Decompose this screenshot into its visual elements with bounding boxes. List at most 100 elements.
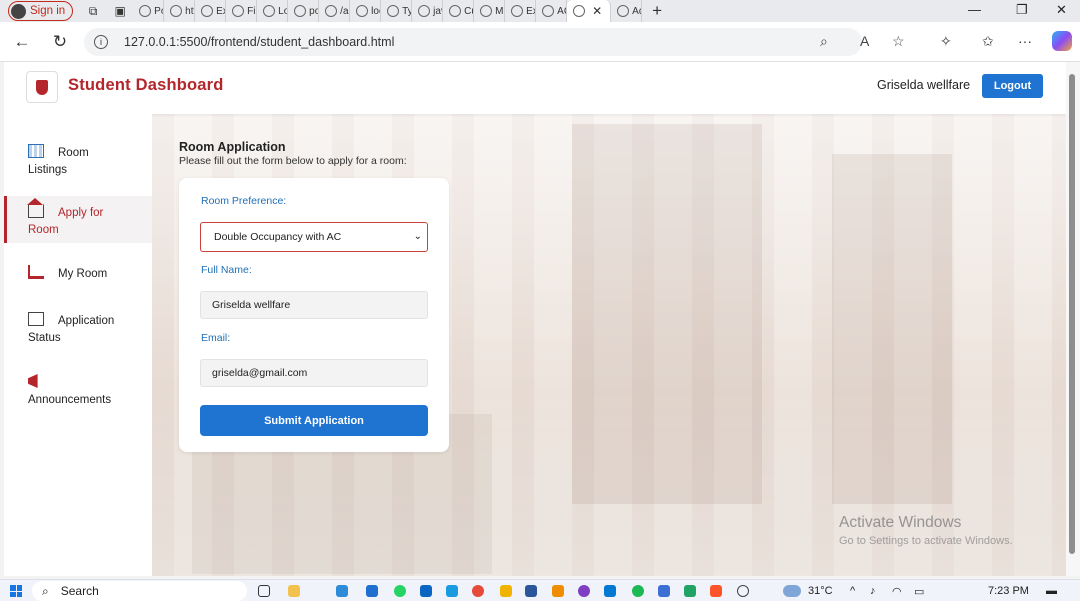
read-aloud-icon[interactable]: A [860,33,869,49]
task-view-icon[interactable] [258,585,270,597]
room-preference-select[interactable]: Double Occupancy with AC ⌄ [200,222,428,252]
bed-icon [28,265,44,279]
site-info-icon[interactable]: i [94,35,108,49]
browser-tab[interactable]: Fire [226,0,258,22]
browser-tab[interactable]: Poo [133,0,165,22]
battery-icon[interactable]: ▭ [914,585,924,598]
refresh-icon[interactable]: ↻ [48,32,72,52]
workspaces-icon[interactable]: ⧉ [86,4,100,18]
browser-tab[interactable]: Typ [381,0,413,22]
favorites-icon[interactable]: ✩ [982,33,994,50]
room-application-form: Room Preference: Double Occupancy with A… [179,178,449,452]
email-label: Email: [201,332,231,344]
chrome-icon[interactable] [472,585,484,597]
activate-windows-subtext: Go to Settings to activate Windows. [839,535,1013,547]
search-icon: ⌕ [42,583,49,598]
full-name-value: Griselda wellfare [212,299,291,311]
browser-tab[interactable]: post [288,0,320,22]
page-scrollbar[interactable] [1066,62,1080,576]
close-window-icon[interactable]: ✕ [1056,2,1067,18]
restore-icon[interactable]: ❐ [1016,2,1028,18]
copilot-icon[interactable] [1052,31,1072,51]
back-icon[interactable]: ← [10,32,34,52]
submit-application-button[interactable]: Submit Application [200,405,428,436]
settings-gear-icon[interactable] [737,585,749,597]
sidebar-item-application-status[interactable]: Application Status [4,312,152,347]
chevron-down-icon: ⌄ [413,231,422,242]
tab-title: post [309,5,318,17]
weather-cloud-icon[interactable] [783,585,801,597]
tab-favicon-icon [449,5,462,17]
page-title: Student Dashboard [68,76,224,94]
browser-tab[interactable]: Exa [195,0,227,22]
sign-in-button[interactable]: Sign in [8,1,74,21]
url-field[interactable]: i 127.0.0.1:5500/frontend/student_dashbo… [84,28,905,56]
scrollbar-thumb[interactable] [1069,74,1075,554]
grid-icon [28,144,44,158]
browser-tab[interactable]: Log [257,0,289,22]
more-menu-icon[interactable]: ··· [1018,33,1032,49]
address-bar-row: ← ↻ i 127.0.0.1:5500/frontend/student_da… [0,22,1080,62]
extensions-icon[interactable]: ✧ [940,33,952,50]
full-name-label: Full Name: [201,264,252,276]
favorite-star-icon[interactable]: ☆ [892,33,905,50]
browser-tab[interactable]: java [412,0,444,22]
browser-tab[interactable]: /api [319,0,351,22]
browser-tab[interactable]: ACI [536,0,568,22]
browser-tab[interactable]: MO [474,0,506,22]
profile-avatar-icon [11,3,26,19]
sidebar-item-my-room[interactable]: My Room [4,265,152,283]
minimize-icon[interactable]: — [968,2,981,17]
browser-tab[interactable]: Exa [505,0,537,22]
zoom-icon[interactable]: ⌕ [820,33,828,50]
app-icon[interactable] [552,585,564,597]
notifications-icon[interactable]: ▬ [1046,585,1057,597]
windows-start-icon[interactable] [10,585,22,597]
outlook-icon[interactable] [420,585,432,597]
tab-title: Poo [154,5,163,17]
windows-taskbar: ⌕ Search 31°C ^ ♪ ◠ ▭ 7:23 PM ▬ [0,579,1080,601]
file-explorer-icon[interactable] [288,585,300,597]
new-tab-icon[interactable]: + [652,1,662,21]
app-icon[interactable] [366,585,378,597]
app-icon[interactable] [684,585,696,597]
browser-tab[interactable]: http [164,0,196,22]
browser-tab[interactable]: Adn [611,0,643,22]
tab-title: /api [340,5,349,17]
activate-windows-watermark: Activate Windows [839,514,962,531]
browser-tab[interactable]: loca [350,0,382,22]
full-name-field[interactable]: Griselda wellfare [200,291,428,319]
system-tray-chevron-icon[interactable]: ^ [850,585,855,597]
user-name: Griselda wellfare [877,78,971,92]
tab-title: Log [278,5,287,17]
app-icon[interactable] [658,585,670,597]
weather-temperature[interactable]: 31°C [808,585,833,597]
word-icon[interactable] [525,585,537,597]
email-field[interactable]: griselda@gmail.com [200,359,428,387]
whatsapp-icon[interactable] [394,585,406,597]
spotify-icon[interactable] [632,585,644,597]
sidebar-item-apply-for-room[interactable]: Apply for Room [4,196,152,243]
tab-title: java [433,5,442,17]
home-icon [27,198,44,218]
tab-favicon-icon [263,5,276,17]
close-tab-icon[interactable]: ✕ [592,4,602,18]
app-icon[interactable] [336,585,348,597]
app-icon[interactable] [500,585,512,597]
section-title: Room Application [179,140,286,154]
app-icon[interactable] [446,585,458,597]
tab-actions-icon[interactable]: ▣ [113,4,127,18]
browser-tab[interactable]: Cur [443,0,475,22]
vscode-icon[interactable] [604,585,616,597]
volume-icon[interactable]: ♪ [870,585,876,597]
brave-icon[interactable] [710,585,722,597]
app-icon[interactable] [578,585,590,597]
clock-time[interactable]: 7:23 PM [988,585,1029,597]
sidebar-item-room-listings[interactable]: Room Listings [4,144,152,179]
logout-button[interactable]: Logout [982,74,1043,98]
taskbar-search[interactable]: ⌕ Search [32,581,247,601]
sidebar-item-announcements[interactable]: Announcements [4,374,152,409]
wifi-icon[interactable]: ◠ [892,585,902,598]
browser-tab-active[interactable]: ✕ [567,0,612,22]
tab-title: Typ [402,5,411,17]
